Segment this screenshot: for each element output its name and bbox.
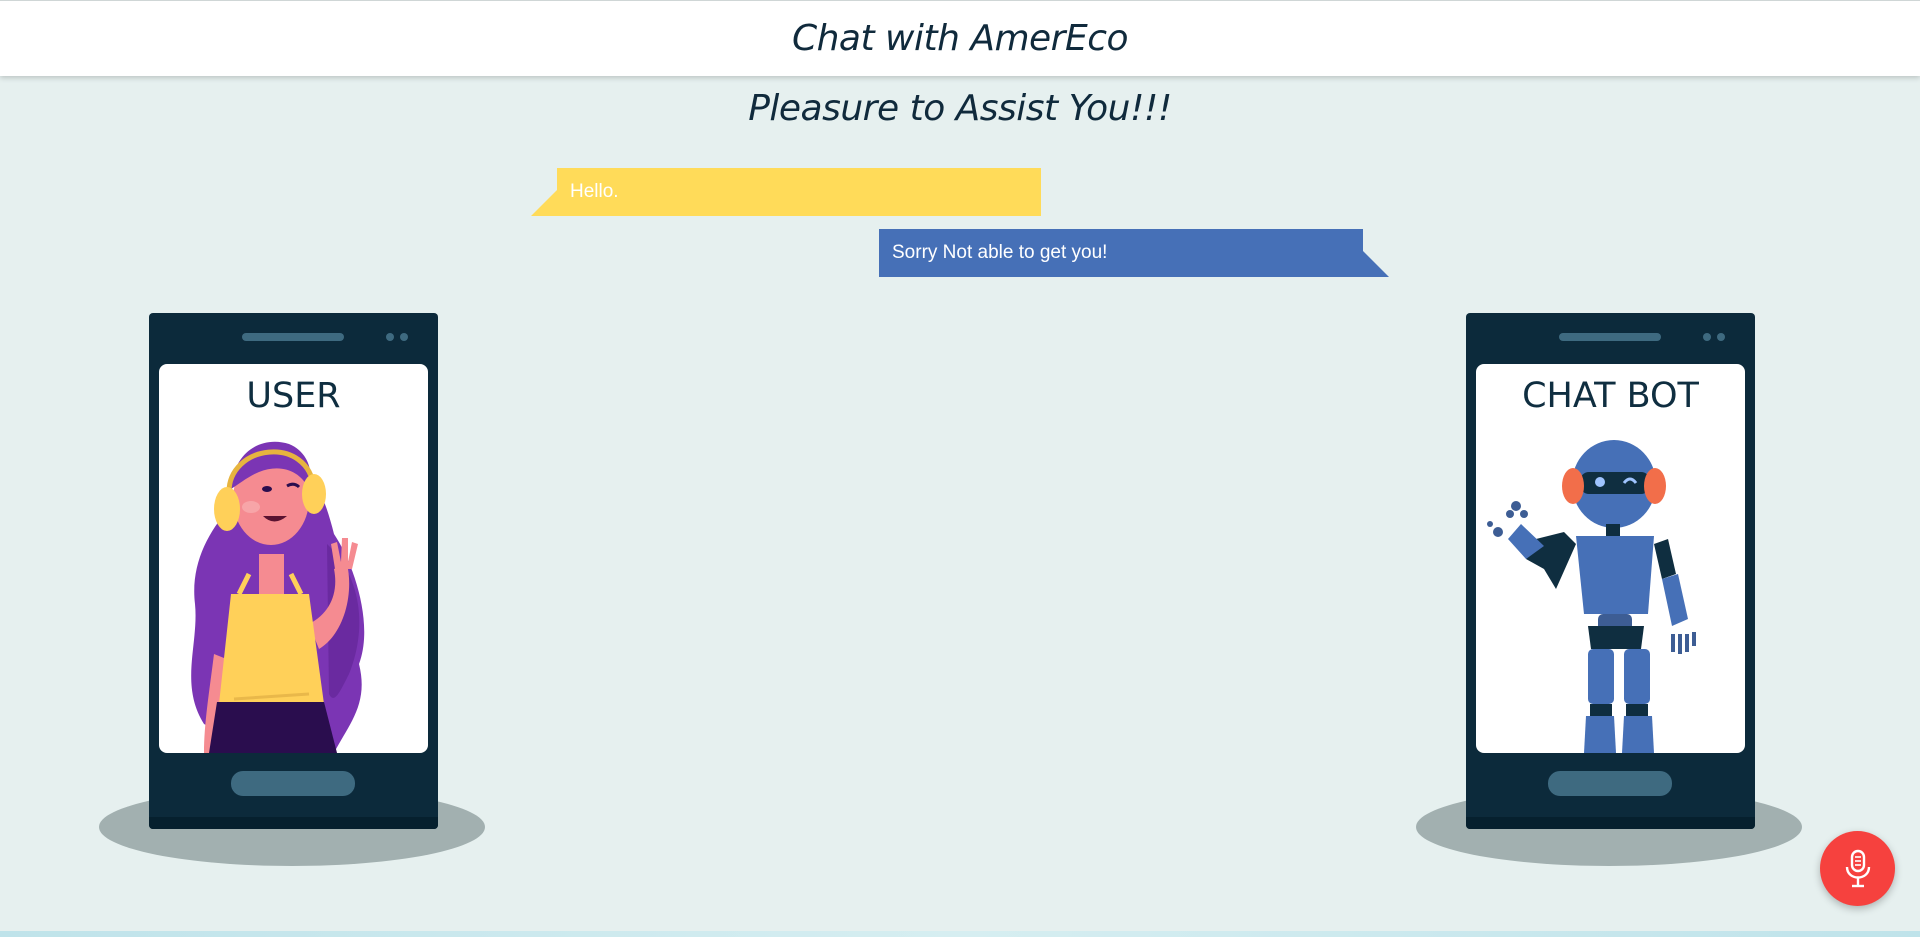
robot-illustration <box>1487 440 1696 753</box>
phone-camera-dot <box>400 333 408 341</box>
page-title: Chat with AmerEco <box>791 18 1129 59</box>
phone-speaker <box>1559 333 1661 341</box>
bot-panel-label: CHAT BOT <box>1522 376 1699 416</box>
greeting-subtitle: Pleasure to Assist You!!! <box>748 88 1172 129</box>
user-phone-screen: USER <box>159 364 428 753</box>
bot-message-text: Sorry Not able to get you! <box>892 242 1108 263</box>
app-header: Chat with AmerEco <box>0 0 1920 76</box>
phone-camera-dot <box>1717 333 1725 341</box>
bot-phone: CHAT BOT <box>1466 313 1755 829</box>
phone-base <box>149 817 438 829</box>
microphone-button[interactable] <box>1820 831 1895 906</box>
user-phone-panel: USER <box>99 313 485 873</box>
user-phone: USER <box>149 313 438 829</box>
microphone-icon <box>1845 849 1870 887</box>
bot-phone-screen: CHAT BOT <box>1476 364 1745 753</box>
phone-camera-dot <box>386 333 394 341</box>
phone-base <box>1466 817 1755 829</box>
user-message-bubble: Hello. <box>531 168 1041 216</box>
phone-camera-dot <box>1703 333 1711 341</box>
user-panel-label: USER <box>246 376 341 416</box>
user-message-text: Hello. <box>570 181 619 202</box>
phone-speaker <box>242 333 344 341</box>
phone-home-button <box>231 771 355 796</box>
bottom-strip <box>0 931 1920 937</box>
bot-phone-panel: CHAT BOT <box>1416 313 1802 873</box>
user-avatar-illustration <box>191 441 365 753</box>
phone-home-button <box>1548 771 1672 796</box>
bot-message-bubble: Sorry Not able to get you! <box>879 229 1389 277</box>
